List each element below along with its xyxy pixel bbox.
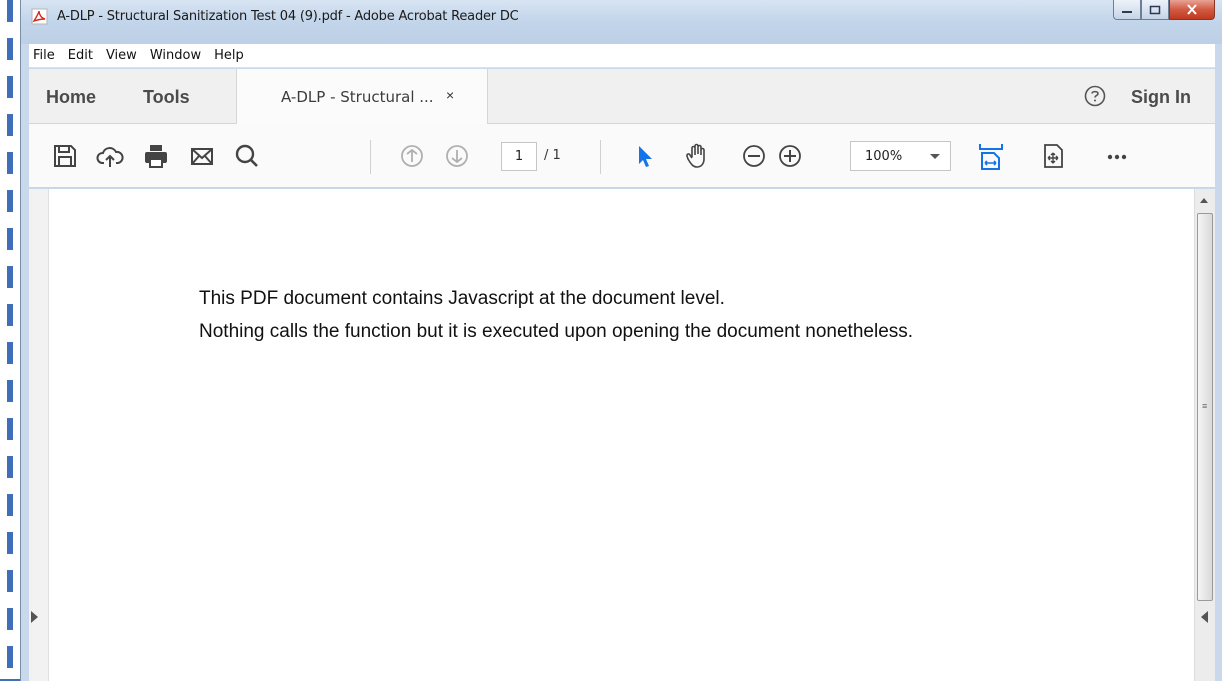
pdf-text-line: Nothing calls the function but it is exe… [199,321,914,342]
document-viewport[interactable]: This PDF document contains Javascript at… [29,189,1215,681]
previous-page-button[interactable] [398,142,426,170]
toolbar-separator [370,140,371,174]
page-total: / 1 [544,148,561,163]
tab-tools[interactable]: Tools [143,87,190,108]
acrobat-window: A-DLP - Structural Sanitization Test 04 … [20,0,1222,681]
next-page-button[interactable] [443,142,471,170]
expand-right-panel-icon[interactable] [1201,611,1208,623]
tab-document-label: A-DLP - Structural ... [281,88,434,106]
chevron-down-icon [930,154,940,159]
menu-bar: File Edit View Window Help [29,44,1215,68]
window-controls [1113,0,1215,22]
title-bar[interactable]: A-DLP - Structural Sanitization Test 04 … [21,0,1222,44]
more-icon [1107,154,1127,160]
scrolling-mode-button[interactable] [1039,142,1067,170]
menu-help[interactable]: Help [214,48,244,63]
zoom-in-icon [779,145,801,167]
zoom-select[interactable]: 100% [850,141,951,171]
hand-tool-button[interactable] [683,142,711,170]
left-panel-gutter [29,189,49,681]
selection-dashed-edge-left [7,0,13,681]
close-icon [1187,4,1197,15]
tab-close-icon[interactable]: × [446,87,454,103]
fit-page-icon [979,144,1003,170]
upload-cloud-icon [96,147,124,167]
close-button[interactable] [1169,0,1215,20]
acrobat-pdf-icon [31,8,48,25]
find-button[interactable] [233,142,261,170]
tab-home[interactable]: Home [46,87,96,108]
menu-window[interactable]: Window [150,48,201,63]
pdf-text-line: This PDF document contains Javascript at… [199,288,725,309]
tab-document[interactable]: A-DLP - Structural ... × [236,69,488,124]
search-icon [235,144,258,167]
window-title: A-DLP - Structural Sanitization Test 04 … [57,9,519,24]
toolbar: 1 / 1 100% [29,124,1215,188]
email-button[interactable] [188,142,216,170]
help-icon[interactable] [1084,85,1106,107]
upload-button[interactable] [96,142,124,170]
vertical-scrollbar[interactable]: ≡ [1194,189,1215,681]
pdf-page-content: This PDF document contains Javascript at… [199,282,913,348]
maximize-icon [1149,5,1161,14]
zoom-in-button[interactable] [776,142,804,170]
minimize-icon [1122,10,1132,13]
select-arrow-icon [639,146,652,167]
zoom-out-icon [743,145,765,167]
menu-file[interactable]: File [33,48,55,63]
minimize-button[interactable] [1113,0,1141,20]
maximize-button[interactable] [1141,0,1169,20]
save-button[interactable] [51,142,79,170]
save-icon [54,145,76,167]
page-number-input[interactable]: 1 [501,142,537,171]
grip-icon: ≡ [1202,401,1208,411]
email-icon [191,148,213,165]
scroll-up-arrow-icon[interactable] [1200,198,1208,203]
fit-page-button[interactable] [977,142,1005,170]
zoom-value: 100% [865,149,903,164]
hand-icon [686,143,705,168]
menu-view[interactable]: View [106,48,137,63]
expand-left-panel-icon[interactable] [31,611,38,623]
print-button[interactable] [142,142,170,170]
page-up-icon [401,145,423,167]
menu-edit[interactable]: Edit [68,48,93,63]
print-icon [145,145,167,168]
toolbar-separator [600,140,601,174]
more-tools-button[interactable] [1104,142,1132,170]
sign-in-button[interactable]: Sign In [1131,87,1191,108]
tab-bar: Home Tools A-DLP - Structural ... × Sign… [29,69,1215,124]
scrolling-mode-icon [1044,144,1063,168]
page-down-icon [446,145,468,167]
scrollbar-thumb[interactable]: ≡ [1197,213,1213,601]
select-tool-button[interactable] [631,142,659,170]
zoom-out-button[interactable] [740,142,768,170]
